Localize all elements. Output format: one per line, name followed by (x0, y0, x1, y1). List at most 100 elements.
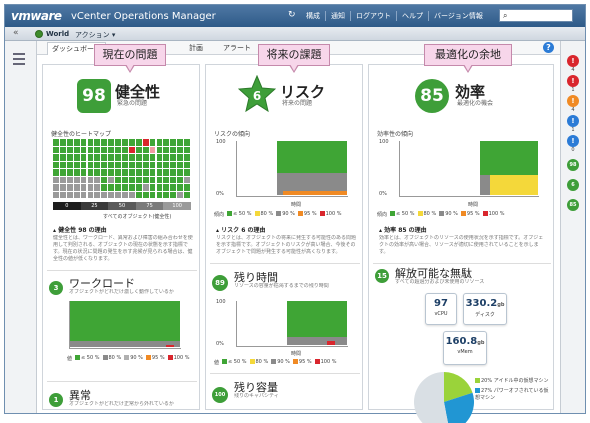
heatmap-cell[interactable] (184, 184, 190, 191)
heatmap-cell[interactable] (94, 191, 101, 198)
heatmap-cell[interactable] (122, 184, 128, 191)
heatmap-cell[interactable] (73, 191, 80, 198)
risk-star-badge[interactable]: 6 (238, 75, 276, 113)
heatmap-cell[interactable] (115, 184, 121, 191)
actions-menu[interactable]: アクション ▾ (75, 30, 115, 40)
heatmap-cell[interactable] (184, 169, 190, 176)
heatmap-cell[interactable] (101, 146, 108, 153)
heatmap-cell[interactable] (163, 146, 170, 153)
heatmap-cell[interactable] (80, 161, 87, 168)
heatmap-cell[interactable] (87, 139, 94, 146)
heatmap-cell[interactable] (135, 154, 142, 161)
heatmap-cell[interactable] (53, 161, 59, 168)
heatmap-cell[interactable] (156, 139, 163, 146)
heatmap-cell[interactable] (149, 169, 156, 176)
workload-chart[interactable] (69, 301, 181, 349)
time-remaining-chart[interactable] (236, 301, 348, 347)
heatmap-cell[interactable] (177, 154, 184, 161)
heatmap-cell[interactable] (66, 191, 73, 198)
heatmap-cell[interactable] (156, 176, 163, 183)
heatmap-cell[interactable] (170, 191, 177, 198)
heatmap-cell[interactable] (135, 176, 142, 183)
heatmap-cell[interactable] (59, 176, 66, 183)
heatmap-cell[interactable] (170, 184, 177, 191)
time-remaining-badge[interactable]: 89 (212, 275, 228, 291)
heatmap-cell[interactable] (94, 169, 101, 176)
heatmap-cell[interactable] (142, 154, 149, 161)
heatmap-cell[interactable] (53, 154, 59, 161)
heatmap-cell[interactable] (149, 146, 156, 153)
heatmap-cell[interactable] (135, 139, 142, 146)
heatmap-cell[interactable] (53, 169, 59, 176)
heatmap-cell[interactable] (184, 146, 190, 153)
world-label[interactable]: World (46, 30, 69, 38)
heatmap-cell[interactable] (108, 154, 115, 161)
heatmap-cell[interactable] (101, 191, 108, 198)
heatmap-cell[interactable] (163, 139, 170, 146)
heatmap-cell[interactable] (66, 161, 73, 168)
heatmap-cell[interactable] (142, 176, 149, 183)
heatmap-cell[interactable] (115, 176, 121, 183)
heatmap-cell[interactable] (80, 146, 87, 153)
heatmap-cell[interactable] (156, 161, 163, 168)
heatmap-cell[interactable] (135, 146, 142, 153)
nav-notifications[interactable]: 通知 (325, 11, 350, 21)
heatmap-cell[interactable] (80, 184, 87, 191)
heatmap-cell[interactable] (128, 161, 135, 168)
heatmap-cell[interactable] (73, 139, 80, 146)
heatmap-cell[interactable] (101, 161, 108, 168)
heatmap-cell[interactable] (163, 191, 170, 198)
heatmap-cell[interactable] (94, 146, 101, 153)
heatmap-cell[interactable] (149, 154, 156, 161)
health-heatmap[interactable] (53, 139, 191, 199)
nav-help[interactable]: ヘルプ (396, 11, 428, 21)
risk-chart[interactable] (236, 141, 348, 197)
alert-icon[interactable]: ! (567, 75, 579, 87)
heatmap-cell[interactable] (184, 139, 190, 146)
heatmap-cell[interactable] (128, 176, 135, 183)
heatmap-cell[interactable] (108, 191, 115, 198)
heatmap-cell[interactable] (87, 176, 94, 183)
efficiency-reason-title[interactable]: ▴ 効率 85 の理由 (379, 225, 427, 234)
heatmap-cell[interactable] (59, 154, 66, 161)
health-score-badge[interactable]: 98 (77, 79, 111, 113)
heatmap-cell[interactable] (177, 191, 184, 198)
heatmap-cell[interactable] (59, 139, 66, 146)
heatmap-cell[interactable] (80, 154, 87, 161)
heatmap-cell[interactable] (149, 139, 156, 146)
efficiency-score-badge[interactable]: 85 (415, 79, 449, 113)
mini-score-badge[interactable]: 6 (567, 179, 579, 191)
heatmap-cell[interactable] (66, 146, 73, 153)
heatmap-cell[interactable] (163, 184, 170, 191)
heatmap-cell[interactable] (142, 191, 149, 198)
menu-icon[interactable] (13, 53, 25, 67)
heatmap-cell[interactable] (94, 154, 101, 161)
health-reason-title[interactable]: ▴ 健全性 98 の理由 (53, 225, 107, 234)
help-icon[interactable]: ? (543, 42, 554, 53)
heatmap-cell[interactable] (156, 169, 163, 176)
heatmap-cell[interactable] (53, 146, 59, 153)
heatmap-cell[interactable] (122, 146, 128, 153)
heatmap-cell[interactable] (59, 191, 66, 198)
nav-version[interactable]: バージョン情報 (428, 11, 488, 21)
heatmap-cell[interactable] (59, 161, 66, 168)
heatmap-cell[interactable] (115, 169, 121, 176)
heatmap-cell[interactable] (156, 146, 163, 153)
heatmap-cell[interactable] (101, 154, 108, 161)
heatmap-cell[interactable] (184, 154, 190, 161)
heatmap-cell[interactable] (87, 169, 94, 176)
alert-icon[interactable]: ! (567, 55, 579, 67)
heatmap-cell[interactable] (53, 139, 59, 146)
heatmap-cell[interactable] (163, 154, 170, 161)
heatmap-cell[interactable] (163, 161, 170, 168)
tab-alerts[interactable]: アラート (223, 43, 251, 53)
heatmap-cell[interactable] (80, 169, 87, 176)
heatmap-cell[interactable] (108, 176, 115, 183)
heatmap-cell[interactable] (122, 176, 128, 183)
heatmap-cell[interactable] (108, 146, 115, 153)
heatmap-cell[interactable] (87, 146, 94, 153)
heatmap-cell[interactable] (53, 184, 59, 191)
heatmap-cell[interactable] (122, 191, 128, 198)
heatmap-cell[interactable] (128, 184, 135, 191)
heatmap-cell[interactable] (128, 139, 135, 146)
